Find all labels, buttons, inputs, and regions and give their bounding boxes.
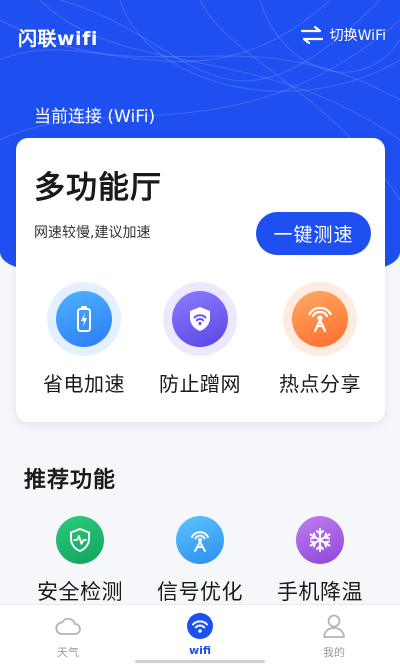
- home-indicator: [135, 660, 265, 663]
- app-bar: 闪联wifi 切换WiFi: [0, 0, 400, 72]
- rec-security-check[interactable]: 安全检测: [15, 516, 145, 606]
- connection-label: 当前连接 (WiFi): [34, 107, 156, 127]
- network-card: 多功能厅 网速较慢,建议加速 一键测速 省电加速 防止蹭网 热点分享: [16, 138, 385, 422]
- signal-tower-icon: [191, 531, 209, 552]
- rec-label: 安全检测: [37, 580, 123, 604]
- bottom-tab-bar: 天气 wifi 我的: [0, 604, 400, 666]
- recommended-title: 推荐功能: [24, 468, 117, 493]
- rec-label: 信号优化: [157, 580, 243, 604]
- user-icon: [323, 614, 345, 638]
- tab-weather[interactable]: 天气: [28, 611, 108, 660]
- switch-wifi-label: 切换WiFi: [329, 28, 386, 44]
- rec-signal-optimize[interactable]: 信号优化: [135, 516, 265, 606]
- snowflake-icon: [309, 528, 331, 552]
- app-title: 闪联wifi: [18, 28, 98, 50]
- tab-label: 我的: [323, 646, 345, 659]
- switch-wifi-button[interactable]: 切换WiFi: [300, 25, 386, 45]
- wifi-icon: [187, 613, 213, 639]
- cloud-icon: [55, 617, 81, 635]
- feature-power-saving[interactable]: 省电加速: [24, 282, 144, 397]
- rec-phone-cooling[interactable]: 手机降温: [255, 516, 385, 606]
- tab-wifi[interactable]: wifi: [160, 611, 240, 657]
- feature-label: 热点分享: [279, 372, 361, 396]
- network-status: 网速较慢,建议加速: [34, 225, 151, 241]
- feature-label: 省电加速: [43, 372, 125, 396]
- rec-label: 手机降温: [277, 580, 363, 604]
- feature-anti-freeload[interactable]: 防止蹭网: [140, 282, 260, 397]
- tab-label: wifi: [188, 644, 212, 657]
- network-name: 多功能厅: [34, 170, 162, 206]
- feature-label: 防止蹭网: [159, 372, 241, 396]
- shield-wifi-icon: [190, 307, 210, 331]
- tab-label: 天气: [57, 646, 79, 659]
- feature-hotspot-share[interactable]: 热点分享: [260, 282, 380, 397]
- tab-profile[interactable]: 我的: [294, 611, 374, 660]
- speed-test-button[interactable]: 一键测速: [256, 212, 371, 255]
- swap-arrows-icon: [300, 25, 323, 45]
- hotspot-icon: [308, 306, 332, 333]
- shield-pulse-icon: [70, 527, 90, 553]
- battery-icon: [77, 306, 91, 332]
